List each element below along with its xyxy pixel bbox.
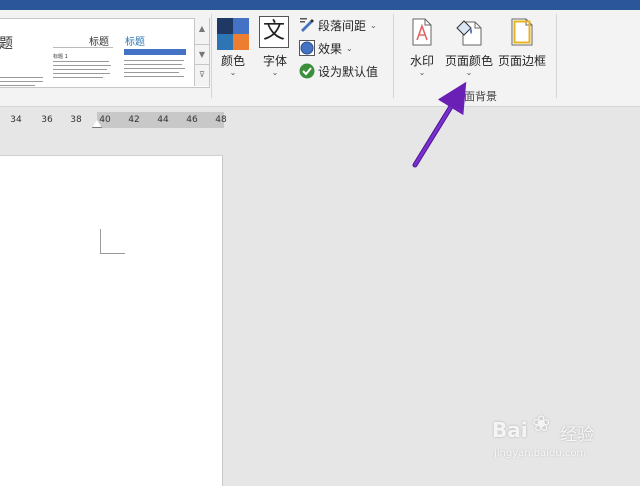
chevron-down-icon: ⌄ bbox=[370, 20, 377, 30]
brand-name-latin: Bai bbox=[492, 418, 528, 442]
brand-url: jingyan.baidu.com bbox=[494, 448, 587, 459]
paragraph-spacing-label: 段落间距 bbox=[318, 18, 367, 33]
color-palette-icon bbox=[217, 18, 249, 50]
gallery-scrollbar: ▲ ▼ ⊽ bbox=[194, 18, 209, 86]
page-background-group-label: 面背景 bbox=[464, 90, 497, 103]
effects-button[interactable]: 效果 ⌄ bbox=[299, 39, 353, 57]
page-borders-label: 页面边框 bbox=[497, 54, 546, 68]
style-thumbnail-3[interactable]: 标题 bbox=[122, 19, 188, 87]
ruler-tick: 46 bbox=[186, 115, 198, 125]
watermark-button[interactable]: 水印 ⌄ bbox=[404, 16, 440, 80]
document-page[interactable] bbox=[0, 155, 223, 486]
chevron-down-icon: ⌄ bbox=[418, 68, 426, 77]
chevron-down-icon: ⌄ bbox=[465, 68, 473, 77]
fonts-label: 字体 bbox=[262, 54, 287, 68]
font-icon: 文 bbox=[259, 16, 289, 48]
ruler-tick: 38 bbox=[70, 115, 82, 125]
set-as-default-label: 设为默认值 bbox=[318, 64, 379, 79]
ruler-tick: 34 bbox=[10, 115, 22, 125]
page-color-button[interactable]: 页面颜色 ⌄ bbox=[441, 16, 497, 80]
chevron-down-icon: ⌄ bbox=[229, 68, 237, 77]
ruler-tick: 44 bbox=[157, 115, 169, 125]
style-thumbnail-heading: 标题 1 bbox=[53, 54, 68, 60]
colors-button[interactable]: 颜色 ⌄ bbox=[216, 16, 250, 80]
ruler-tick: 48 bbox=[215, 115, 227, 125]
style-thumbnail-2[interactable]: 标题 标题 1 bbox=[53, 19, 119, 87]
title-bar bbox=[0, 0, 640, 10]
fonts-button[interactable]: 文 字体 ⌄ bbox=[256, 16, 294, 80]
horizontal-ruler[interactable]: 34 36 38 40 42 44 46 48 bbox=[0, 112, 640, 128]
effects-icon bbox=[299, 40, 315, 56]
chevron-down-icon: ⌄ bbox=[271, 68, 279, 77]
checkmark-icon bbox=[299, 63, 315, 79]
paw-icon: ❀ bbox=[532, 412, 551, 437]
font-glyph: 文 bbox=[262, 19, 285, 44]
ruler-tick: 36 bbox=[41, 115, 53, 125]
watermark-icon bbox=[412, 18, 432, 46]
ruler-tick: 42 bbox=[128, 115, 140, 125]
style-thumbnail-title: 标题 bbox=[125, 37, 145, 48]
brand-watermark: Bai ❀ 经验 jingyan.baidu.com bbox=[486, 408, 626, 468]
page-borders-icon bbox=[511, 18, 533, 46]
chevron-down-icon: ⌄ bbox=[346, 43, 353, 53]
paragraph-spacing-button[interactable]: 段落间距 ⌄ bbox=[299, 16, 377, 34]
paragraph-spacing-icon bbox=[299, 17, 315, 33]
brand-name-cjk: 经验 bbox=[560, 425, 594, 445]
style-thumbnail-title: 标题 bbox=[89, 37, 109, 48]
page-color-icon bbox=[455, 18, 483, 46]
gallery-scroll-down-icon[interactable]: ▼ bbox=[195, 50, 209, 60]
document-formatting-gallery: 题 标题 标题 1 标题 bbox=[0, 18, 210, 88]
ribbon-design-tab: 题 标题 标题 1 标题 ▲ ▼ ⊽ 颜色 ⌄ 文 字体 ⌄ 段落间距 ⌄ 效果… bbox=[0, 10, 640, 107]
gallery-scroll-up-icon[interactable]: ▲ bbox=[195, 24, 209, 34]
watermark-label: 水印 bbox=[409, 54, 434, 68]
colors-label: 颜色 bbox=[220, 54, 245, 68]
effects-label: 效果 bbox=[318, 41, 343, 56]
page-color-label: 页面颜色 bbox=[444, 54, 493, 68]
text-boundary-corner bbox=[100, 229, 125, 254]
set-as-default-button[interactable]: 设为默认值 bbox=[299, 62, 378, 80]
page-borders-button[interactable]: 页面边框 bbox=[497, 16, 547, 80]
gallery-more-icon[interactable]: ⊽ bbox=[195, 70, 209, 80]
style-thumbnail-title: 题 bbox=[0, 36, 13, 52]
